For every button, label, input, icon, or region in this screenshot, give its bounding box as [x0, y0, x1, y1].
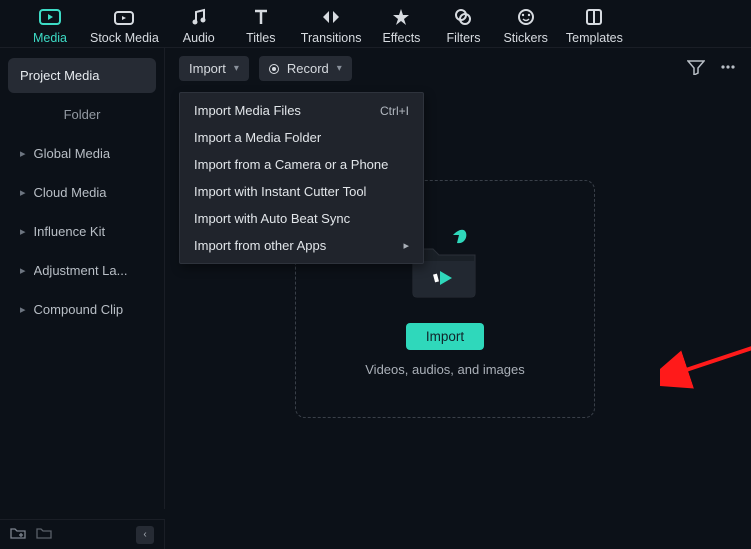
sidebar-label: Compound Clip — [34, 302, 124, 317]
menu-import-other-apps[interactable]: Import from other Apps ▸ — [180, 232, 423, 259]
dropzone-subtitle: Videos, audios, and images — [365, 362, 524, 377]
sidebar-label: Global Media — [34, 146, 111, 161]
chevron-right-icon: ▸ — [20, 147, 26, 160]
menu-import-camera-phone[interactable]: Import from a Camera or a Phone — [180, 151, 423, 178]
content-toolbar: Import ▾ Record ▾ Import Media Files — [165, 48, 751, 89]
chevron-right-icon: ▸ — [20, 186, 26, 199]
import-dropdown-button[interactable]: Import ▾ — [179, 56, 249, 81]
menu-import-instant-cutter[interactable]: Import with Instant Cutter Tool — [180, 178, 423, 205]
folder-icon[interactable] — [36, 526, 52, 543]
nav-label: Effects — [382, 31, 420, 45]
more-icon[interactable] — [719, 59, 737, 78]
nav-filters[interactable]: Filters — [441, 6, 485, 45]
menu-label: Import a Media Folder — [194, 130, 321, 145]
content-area: Import ▾ Record ▾ Import Media Files — [165, 48, 751, 509]
filter-icon[interactable] — [687, 59, 705, 78]
menu-import-auto-beat-sync[interactable]: Import with Auto Beat Sync — [180, 205, 423, 232]
nav-stock-media[interactable]: Stock Media — [90, 6, 159, 45]
record-icon — [269, 64, 279, 74]
nav-label: Titles — [246, 31, 275, 45]
annotation-arrow — [660, 312, 751, 412]
menu-label: Import Media Files — [194, 103, 301, 118]
sidebar-folder-label: Folder — [8, 97, 156, 132]
menu-import-media-folder[interactable]: Import a Media Folder — [180, 124, 423, 151]
chevron-right-icon: ▸ — [20, 303, 26, 316]
nav-label: Transitions — [301, 31, 362, 45]
chevron-left-icon: ‹ — [143, 529, 146, 540]
nav-label: Media — [33, 31, 67, 45]
menu-shortcut: Ctrl+I — [380, 104, 409, 118]
menu-import-media-files[interactable]: Import Media Files Ctrl+I — [180, 97, 423, 124]
sidebar-cloud-media[interactable]: ▸ Cloud Media — [8, 175, 156, 210]
main-area: Project Media Folder ▸ Global Media ▸ Cl… — [0, 48, 751, 509]
button-label: Import — [426, 329, 464, 344]
sidebar-compound-clip[interactable]: ▸ Compound Clip — [8, 292, 156, 327]
sidebar-influence-kit[interactable]: ▸ Influence Kit — [8, 214, 156, 249]
import-dropdown-menu: Import Media Files Ctrl+I Import a Media… — [179, 92, 424, 264]
nav-stickers[interactable]: Stickers — [503, 6, 547, 45]
filters-icon — [452, 6, 474, 28]
menu-label: Import from a Camera or a Phone — [194, 157, 388, 172]
toolbar-right — [687, 59, 737, 78]
transitions-icon — [320, 6, 342, 28]
nav-effects[interactable]: Effects — [379, 6, 423, 45]
new-folder-icon[interactable] — [10, 526, 26, 543]
nav-media[interactable]: Media — [28, 6, 72, 45]
sidebar-label: Cloud Media — [34, 185, 107, 200]
chevron-right-icon: ▸ — [403, 239, 409, 252]
menu-label: Import with Auto Beat Sync — [194, 211, 350, 226]
chevron-down-icon: ▾ — [234, 63, 239, 74]
chevron-right-icon: ▸ — [20, 264, 26, 277]
chevron-down-icon: ▾ — [337, 63, 342, 74]
sidebar-project-media[interactable]: Project Media — [8, 58, 156, 93]
templates-icon — [583, 6, 605, 28]
nav-audio[interactable]: Audio — [177, 6, 221, 45]
import-button[interactable]: Import — [406, 323, 484, 350]
music-icon — [188, 6, 210, 28]
sidebar-global-media[interactable]: ▸ Global Media — [8, 136, 156, 171]
nav-transitions[interactable]: Transitions — [301, 6, 362, 45]
media-icon — [39, 6, 61, 28]
nav-label: Templates — [566, 31, 623, 45]
nav-templates[interactable]: Templates — [566, 6, 623, 45]
sidebar-label: Influence Kit — [34, 224, 106, 239]
nav-label: Audio — [183, 31, 215, 45]
button-label: Import — [189, 61, 226, 76]
collapse-sidebar-button[interactable]: ‹ — [136, 526, 154, 544]
sidebar-label: Project Media — [20, 68, 99, 83]
top-nav: Media Stock Media Audio Titles Transitio… — [0, 0, 751, 48]
menu-label: Import with Instant Cutter Tool — [194, 184, 366, 199]
button-label: Record — [287, 61, 329, 76]
nav-label: Stickers — [503, 31, 547, 45]
sidebar-label: Folder — [64, 107, 101, 122]
cloud-media-icon — [113, 6, 135, 28]
nav-label: Stock Media — [90, 31, 159, 45]
sidebar-footer: ‹ — [0, 519, 165, 549]
sidebar: Project Media Folder ▸ Global Media ▸ Cl… — [0, 48, 165, 509]
menu-label: Import from other Apps — [194, 238, 326, 253]
record-dropdown-button[interactable]: Record ▾ — [259, 56, 352, 81]
effects-icon — [390, 6, 412, 28]
sidebar-adjustment-layer[interactable]: ▸ Adjustment La... — [8, 253, 156, 288]
nav-label: Filters — [446, 31, 480, 45]
nav-titles[interactable]: Titles — [239, 6, 283, 45]
stickers-icon — [515, 6, 537, 28]
chevron-right-icon: ▸ — [20, 225, 26, 238]
sidebar-label: Adjustment La... — [34, 263, 128, 278]
titles-icon — [250, 6, 272, 28]
